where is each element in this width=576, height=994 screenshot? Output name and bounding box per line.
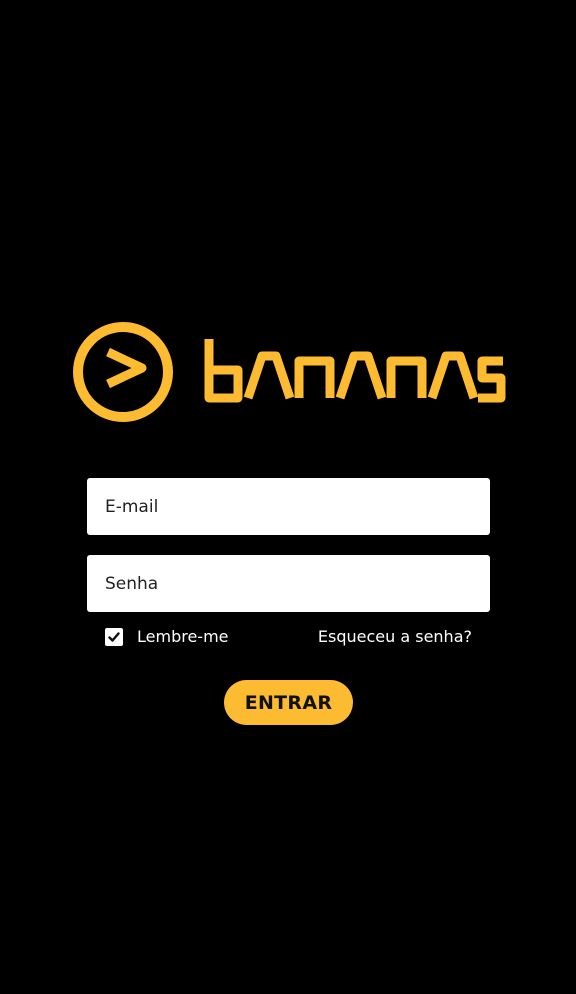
- bananas-logo: [73, 322, 506, 422]
- brand-logo: [72, 321, 507, 425]
- remember-me-toggle[interactable]: Lembre-me: [105, 627, 229, 646]
- remember-me-label: Lembre-me: [137, 627, 229, 646]
- password-field-wrapper: [87, 555, 490, 612]
- play-chevron-circle-icon: [73, 322, 173, 422]
- email-input[interactable]: [87, 478, 490, 535]
- email-field-wrapper: [87, 478, 490, 535]
- forgot-password-link[interactable]: Esqueceu a senha?: [318, 627, 472, 646]
- remember-me-checkbox[interactable]: [105, 627, 123, 646]
- check-icon: [108, 631, 120, 642]
- bananas-wordmark: [204, 339, 506, 403]
- password-input[interactable]: [87, 555, 490, 612]
- login-submit-button[interactable]: ENTRAR: [224, 680, 353, 725]
